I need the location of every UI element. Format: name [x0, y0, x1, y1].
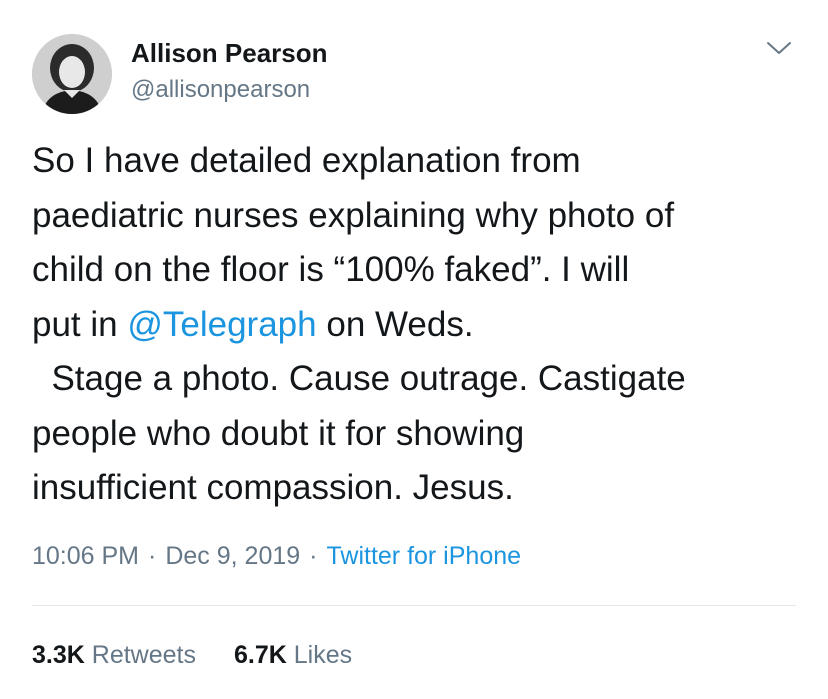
tweet-line: Stage a photo. Cause outrage. Castigate	[32, 359, 686, 398]
chevron-down-icon[interactable]	[764, 36, 794, 60]
avatar[interactable]	[32, 34, 112, 114]
author-handle[interactable]: @allisonpearson	[131, 76, 310, 104]
divider	[32, 605, 796, 606]
tweet-line: on Weds.	[316, 304, 474, 344]
retweets-stat[interactable]: 3.3K Retweets	[32, 641, 196, 670]
tweet-time[interactable]: 10:06 PM	[32, 542, 139, 570]
tweet-line: people who doubt it for showing	[32, 413, 525, 453]
tweet-date[interactable]: Dec 9, 2019	[165, 542, 300, 570]
tweet-card: Allison Pearson @allisonpearson So I hav…	[0, 0, 828, 699]
likes-label: Likes	[293, 641, 353, 669]
tweet-line: child on the floor is “100% faked”. I wi…	[32, 250, 630, 289]
retweets-label: Retweets	[91, 641, 196, 669]
tweet-meta: 10:06 PM · Dec 9, 2019 · Twitter for iPhone	[32, 542, 521, 571]
tweet-line: insufficient compassion. Jesus.	[32, 468, 514, 507]
likes-stat[interactable]: 6.7K Likes	[234, 641, 352, 670]
tweet-line: put in	[32, 304, 128, 344]
tweet-source-link[interactable]: Twitter for iPhone	[327, 542, 522, 570]
telegraph-mention-link[interactable]: @Telegraph	[127, 305, 316, 344]
meta-separator: ·	[148, 542, 157, 570]
avatar-photo	[32, 34, 112, 114]
tweet-line: So I have detailed explanation from	[32, 141, 581, 180]
tweet-line: paediatric nurses explaining why photo o…	[32, 195, 675, 235]
meta-separator: ·	[309, 542, 318, 570]
tweet-text: So I have detailed explanation from paed…	[32, 134, 812, 516]
author-display-name[interactable]: Allison Pearson	[131, 38, 328, 69]
likes-count: 6.7K	[233, 641, 287, 669]
retweets-count: 3.3K	[32, 641, 85, 669]
tweet-stats: 3.3K Retweets 6.7K Likes	[32, 641, 352, 670]
